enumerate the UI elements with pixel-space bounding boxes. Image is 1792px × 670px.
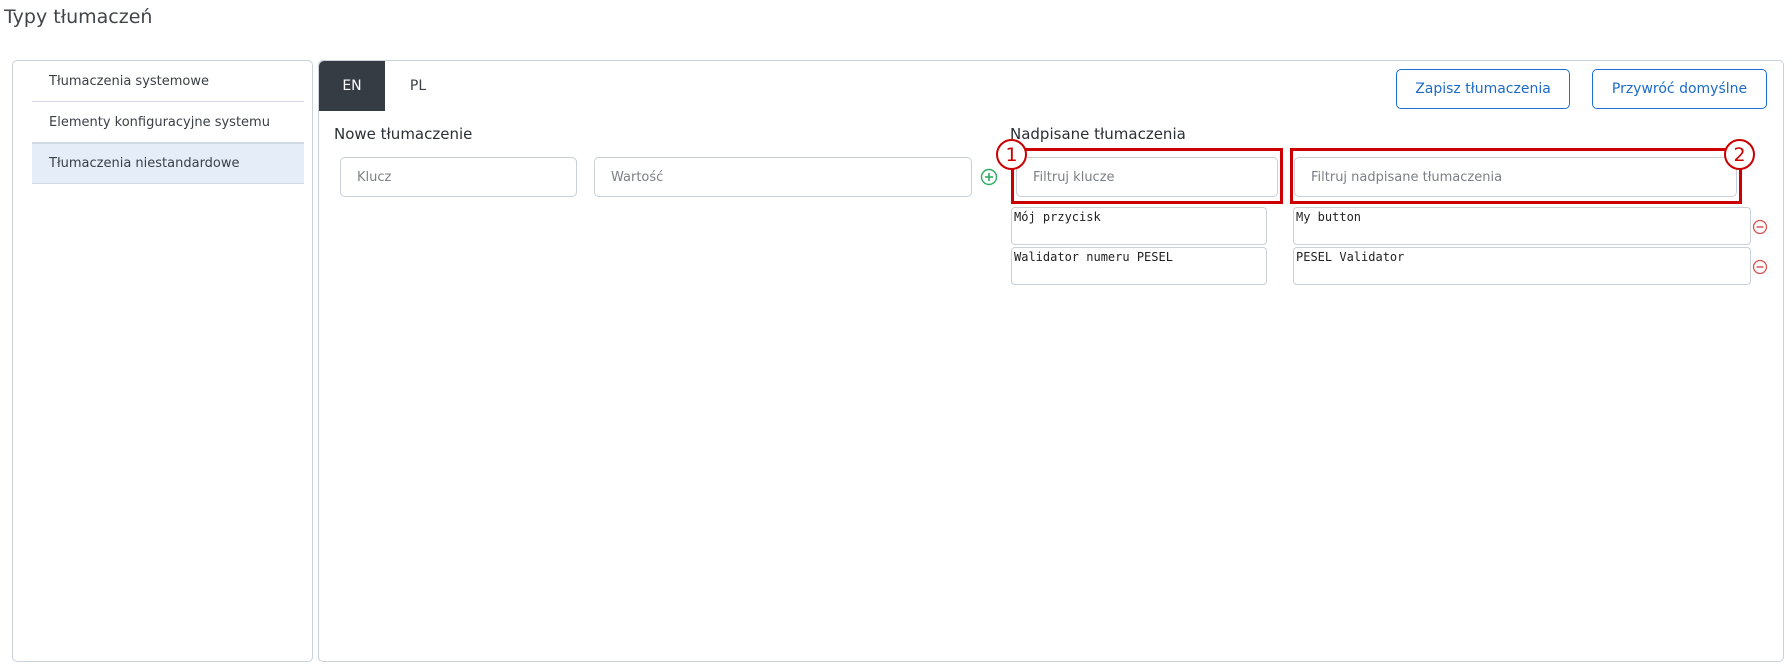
tab-pl[interactable]: PL xyxy=(385,61,451,111)
save-translations-button[interactable]: Zapisz tłumaczenia xyxy=(1396,69,1570,109)
override-key-field[interactable]: Walidator numeru PESEL xyxy=(1011,247,1267,285)
sidebar-item-label: Elementy konfiguracyjne systemu xyxy=(49,114,270,130)
override-key-field[interactable]: Mój przycisk xyxy=(1011,207,1267,245)
tab-en[interactable]: EN xyxy=(319,61,385,111)
override-value-field[interactable]: PESEL Validator xyxy=(1293,247,1751,285)
annotation-marker-2: 2 xyxy=(1724,139,1755,170)
plus-circle-icon[interactable] xyxy=(980,168,998,186)
restore-defaults-button[interactable]: Przywróć domyślne xyxy=(1592,69,1767,109)
page-title: Typy tłumaczeń xyxy=(4,6,153,28)
overridden-translations-title: Nadpisane tłumaczenia xyxy=(1010,125,1186,143)
sidebar-item-system-translations[interactable]: Tłumaczenia systemowe xyxy=(32,61,304,102)
minus-circle-icon[interactable] xyxy=(1752,219,1768,235)
sidebar-item-label: Tłumaczenia systemowe xyxy=(49,73,210,89)
translations-main-panel: EN PL Zapisz tłumaczenia Przywróć domyśl… xyxy=(318,60,1784,662)
filter-keys-input[interactable]: Filtruj klucze xyxy=(1016,157,1278,197)
translation-types-panel: Tłumaczenia systemowe Elementy konfigura… xyxy=(12,60,313,662)
annotation-marker-1: 1 xyxy=(996,139,1027,170)
key-input[interactable]: Klucz xyxy=(340,157,577,197)
sidebar-item-label: Tłumaczenia niestandardowe xyxy=(49,156,240,171)
value-input[interactable]: Wartość xyxy=(594,157,972,197)
new-translation-title: Nowe tłumaczenie xyxy=(334,125,473,143)
minus-circle-icon[interactable] xyxy=(1752,259,1768,275)
override-value-field[interactable]: My button xyxy=(1293,207,1751,245)
sidebar-item-custom-translations[interactable]: Tłumaczenia niestandardowe xyxy=(32,143,304,184)
filter-translations-input[interactable]: Filtruj nadpisane tłumaczenia xyxy=(1294,157,1737,197)
sidebar-nav: Tłumaczenia systemowe Elementy konfigura… xyxy=(32,61,304,184)
sidebar-item-config-elements[interactable]: Elementy konfiguracyjne systemu xyxy=(32,102,304,143)
language-tabs: EN PL xyxy=(319,61,451,111)
